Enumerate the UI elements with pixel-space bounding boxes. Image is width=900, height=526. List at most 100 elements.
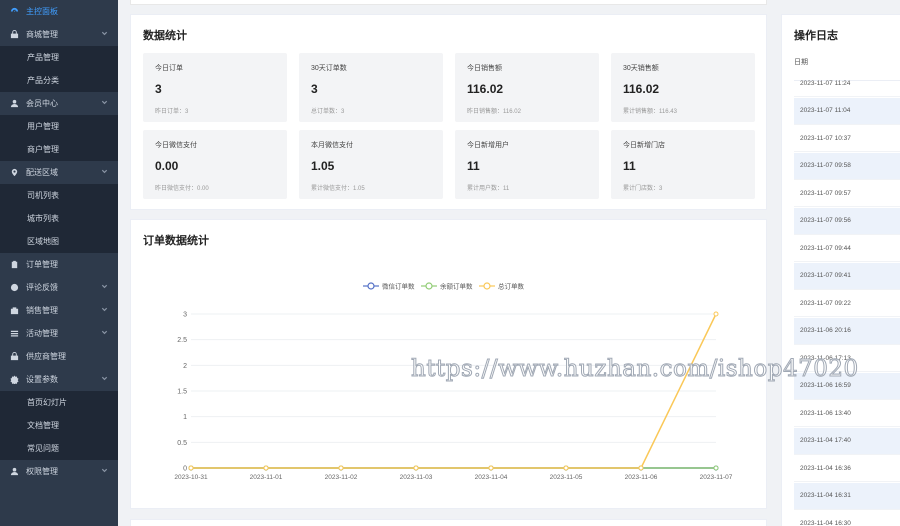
log-row: 2023-11-06 16:59 [794,372,900,400]
sidebar-item-label: 用户管理 [27,122,59,131]
sidebar-item-label: 配送区域 [26,168,58,177]
chevron-down-icon [101,329,108,336]
stat-box: 今日销售额 116.02 昨日销售额：116.02 [455,53,599,122]
sidebar-item-8[interactable]: 司机列表 [0,184,118,207]
gear-icon [9,375,19,385]
chevron-down-icon [101,99,108,106]
log-row: 2023-11-07 09:56 [794,207,900,235]
comment-icon [9,283,19,293]
stat-subtext: 累计销售额：116.43 [623,109,677,115]
sidebar-item-label: 设置参数 [26,375,58,384]
log-row: 2023-11-04 16:31 [794,482,900,510]
stat-value: 11 [623,159,636,173]
sidebar-group-12[interactable]: 评论反馈 [0,276,118,299]
sidebar-item-label: 权限管理 [26,467,58,476]
stat-box: 今日新增门店 11 累计门店数：3 [611,130,755,199]
sidebar-item-label: 评论反馈 [26,283,58,292]
sidebar-item-18[interactable]: 文档管理 [0,414,118,437]
stat-value: 116.02 [623,82,660,96]
sidebar-item-label: 会员中心 [26,99,58,108]
stat-value: 0.00 [155,159,179,173]
data-point [338,465,344,471]
log-row: 2023-11-06 17:13 [794,345,900,372]
y-tick-label: 3 [183,312,187,319]
x-tick-label: 2023-11-03 [400,474,433,481]
x-tick-label: 2023-11-06 [625,474,658,481]
chevron-down-icon [101,375,108,382]
sidebar-item-6[interactable]: 商户管理 [0,138,118,161]
supplier-icon [9,352,19,362]
log-row: 2023-11-07 11:04 [794,97,900,125]
sidebar-item-label: 司机列表 [27,191,59,200]
sidebar-group-13[interactable]: 销售管理 [0,299,118,322]
stat-label: 今日新增门店 [623,142,665,149]
sidebar-item-10[interactable]: 区域地图 [0,230,118,253]
legend-label: 总订单数 [498,282,525,291]
legend-marker [425,282,433,290]
order-chart-card: 订单数据统计 0 0.5 1 1.5 2 2.5 3 2023-10-31 2023-11-01… [130,219,767,509]
sidebar-item-label: 产品管理 [27,53,59,62]
log-row: 2023-11-07 09:58 [794,152,900,180]
y-tick-label: 0.5 [177,440,187,447]
sidebar-item-label: 文档管理 [27,421,59,430]
sidebar-item-19[interactable]: 常见问题 [0,437,118,460]
sidebar-group-16[interactable]: 设置参数 [0,368,118,391]
stat-value: 11 [467,159,480,173]
sidebar-group-11[interactable]: 订单管理 [0,253,118,276]
sidebar-item-2[interactable]: 产品管理 [0,46,118,69]
log-row: 2023-11-07 10:37 [794,125,900,152]
sidebar-item-label: 首页幻灯片 [27,398,67,407]
x-tick-label: 2023-11-05 [550,474,583,481]
stat-label: 今日销售额 [467,65,502,72]
log-row: 2023-11-07 09:41 [794,262,900,290]
y-tick-label: 0 [183,466,187,473]
sidebar-item-label: 商城管理 [26,30,58,39]
legend-marker [367,282,375,290]
log-row: 2023-11-07 09:22 [794,290,900,317]
stats-card: 数据统计 今日订单 3 昨日订单：3 30天订单数 3 总订单数：3 今日销售额 116.02… [130,14,767,210]
stats-title: 数据统计 [143,30,187,42]
sidebar-group-7[interactable]: 配送区域 [0,161,118,184]
y-tick-label: 1.5 [177,389,187,396]
location-icon [9,168,19,178]
stat-label: 30天销售额 [623,65,659,72]
sidebar-item-9[interactable]: 城市列表 [0,207,118,230]
stat-label: 今日订单 [155,65,183,72]
data-point [713,465,719,471]
stat-subtext: 累计用户数：11 [467,186,510,192]
sidebar-item-3[interactable]: 产品分类 [0,69,118,92]
sales-icon [9,306,19,316]
user-icon [9,99,19,109]
stat-label: 今日新增用户 [467,142,509,149]
shop-icon [9,30,19,40]
sidebar-item-5[interactable]: 用户管理 [0,115,118,138]
log-row: 2023-11-07 09:44 [794,235,900,262]
log-row: 2023-11-04 17:40 [794,427,900,455]
sidebar-group-0[interactable]: 主控面板 [0,0,118,23]
data-point [713,311,719,317]
sidebar-item-label: 供应商管理 [26,352,66,361]
sidebar-group-15[interactable]: 供应商管理 [0,345,118,368]
sidebar-group-4[interactable]: 会员中心 [0,92,118,115]
sidebar-group-1[interactable]: 商城管理 [0,23,118,46]
data-point [638,465,644,471]
stat-value: 116.02 [467,82,504,96]
sidebar-item-17[interactable]: 首页幻灯片 [0,391,118,414]
sidebar-group-14[interactable]: 活动管理 [0,322,118,345]
stat-value: 3 [155,82,162,96]
dashboard-icon [9,7,19,17]
data-point [413,465,419,471]
log-title: 操作日志 [794,30,838,42]
stat-box: 30天销售额 116.02 累计销售额：116.43 [611,53,755,122]
sidebar-item-label: 主控面板 [26,7,58,16]
chevron-down-icon [101,283,108,290]
bottom-panel-edge [130,519,767,526]
operation-log-card: 操作日志 日期 2023-11-07 11:24 2023-11-07 11:04… [781,14,900,526]
y-tick-label: 2 [183,363,187,370]
log-row: 2023-11-04 16:36 [794,455,900,482]
chevron-down-icon [101,30,108,37]
data-point [263,465,269,471]
log-row: 2023-11-06 20:16 [794,317,900,345]
sidebar-group-20[interactable]: 权限管理 [0,460,118,483]
sidebar-menu: 主控面板商城管理产品管理产品分类会员中心用户管理商户管理配送区域司机列表城市列表… [0,0,118,526]
